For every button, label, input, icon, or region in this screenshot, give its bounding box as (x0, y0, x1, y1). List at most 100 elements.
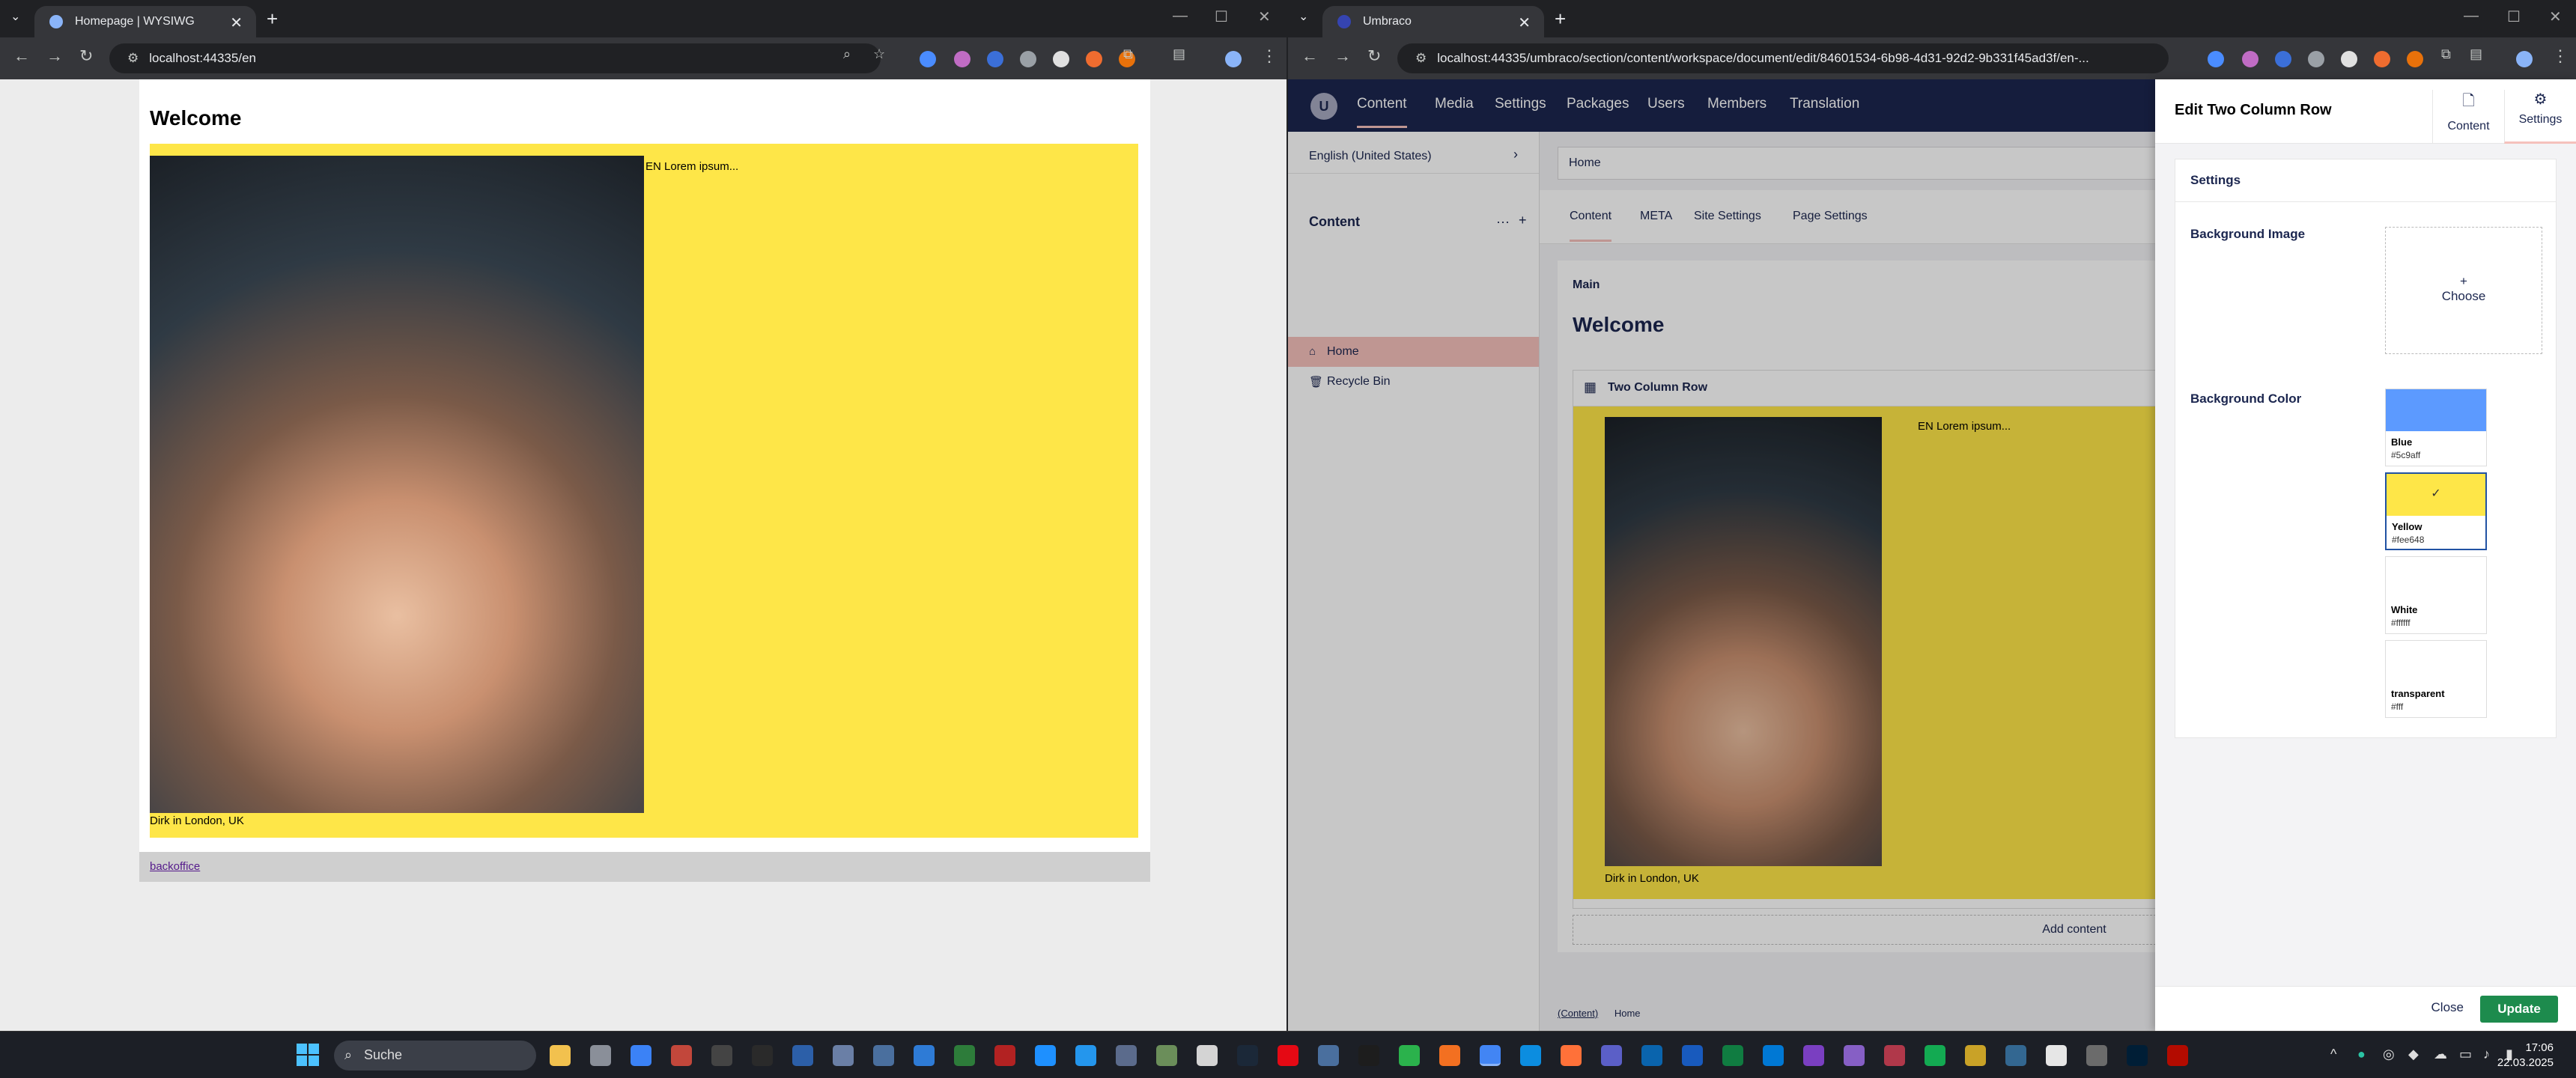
app-icon[interactable] (954, 1045, 975, 1066)
close-tab-icon[interactable]: ✕ (1518, 13, 1531, 32)
app-icon[interactable] (1116, 1045, 1137, 1066)
extension-icon[interactable] (2275, 51, 2291, 67)
extension-icon[interactable] (2407, 51, 2423, 67)
extensions-puzzle-icon[interactable]: ⧉ (2441, 46, 2451, 62)
swatch-blue[interactable]: Blue #5c9aff (2385, 389, 2487, 466)
steam-icon[interactable] (1237, 1045, 1258, 1066)
calculator-icon[interactable] (873, 1045, 894, 1066)
tray-overflow-icon[interactable]: ^ (2330, 1047, 2336, 1062)
close-window-icon[interactable]: ✕ (1258, 7, 1271, 26)
acrobat-icon[interactable] (2167, 1045, 2188, 1066)
new-tab-icon[interactable]: + (1555, 7, 1566, 31)
forward-icon[interactable]: → (1334, 46, 1351, 66)
choose-image-button[interactable]: + Choose (2385, 227, 2542, 354)
postgres-icon[interactable] (2005, 1045, 2026, 1066)
app-icon[interactable] (1884, 1045, 1905, 1066)
backoffice-link[interactable]: backoffice (150, 860, 200, 873)
notepad-icon[interactable] (914, 1045, 935, 1066)
extension-1password-icon[interactable] (2208, 51, 2224, 67)
extension-icon[interactable] (2242, 51, 2258, 67)
minimize-icon[interactable]: — (1173, 7, 1188, 25)
site-info-icon[interactable]: ⚙ (1415, 51, 1427, 66)
app-icon[interactable] (1439, 1045, 1460, 1066)
tray-app-icon[interactable]: ◎ (2383, 1047, 2395, 1062)
close-tab-icon[interactable]: ✕ (230, 13, 243, 32)
menu-kebab-icon[interactable]: ⋮ (1261, 46, 1278, 66)
onedrive-icon[interactable]: ☁ (2434, 1047, 2447, 1062)
app-icon[interactable] (833, 1045, 854, 1066)
side-panel-icon[interactable]: ▤ (2470, 46, 2482, 62)
teams-icon[interactable] (1601, 1045, 1622, 1066)
tab-umbraco[interactable]: Umbraco ✕ (1322, 6, 1544, 37)
tab-homepage[interactable]: Homepage | WYSIWG ✕ (34, 6, 256, 37)
firefox-icon[interactable] (1561, 1045, 1582, 1066)
word-icon[interactable] (1682, 1045, 1703, 1066)
app-icon[interactable] (1197, 1045, 1218, 1066)
extension-icon[interactable] (1053, 51, 1069, 67)
menu-kebab-icon[interactable]: ⋮ (2552, 46, 2569, 66)
photoshop-icon[interactable] (2127, 1045, 2148, 1066)
swatch-yellow[interactable]: ✓ Yellow #fee648 (2385, 472, 2487, 550)
app-icon[interactable] (1965, 1045, 1986, 1066)
edge-icon[interactable] (1520, 1045, 1541, 1066)
app-icon[interactable] (2086, 1045, 2107, 1066)
bookmark-star-icon[interactable]: ☆ (873, 46, 885, 62)
extension-1password-icon[interactable] (920, 51, 936, 67)
update-button[interactable]: Update (2480, 996, 2558, 1023)
app-icon[interactable] (1358, 1045, 1379, 1066)
back-icon[interactable]: ← (13, 46, 30, 66)
visual-studio-icon[interactable] (1844, 1045, 1865, 1066)
extension-icon[interactable] (1020, 51, 1036, 67)
app-icon[interactable] (1156, 1045, 1177, 1066)
settings-icon[interactable] (631, 1045, 651, 1066)
close-button[interactable]: Close (2431, 1000, 2464, 1015)
zoom-icon[interactable]: ⌕ (843, 46, 851, 62)
swatch-transparent[interactable]: transparent #fff (2385, 640, 2487, 718)
reload-icon[interactable]: ↻ (79, 46, 93, 66)
visual-studio-icon[interactable] (1803, 1045, 1824, 1066)
maximize-icon[interactable]: ☐ (2507, 7, 2521, 26)
extension-icon[interactable] (2308, 51, 2324, 67)
skype-icon[interactable] (1035, 1045, 1056, 1066)
panel-tab-content[interactable]: 🗋 Content (2432, 90, 2504, 144)
app-icon[interactable] (1318, 1045, 1339, 1066)
file-explorer-icon[interactable] (550, 1045, 571, 1066)
excel-icon[interactable] (1722, 1045, 1743, 1066)
outlook-icon[interactable] (1641, 1045, 1662, 1066)
address-bar[interactable]: ⚙ localhost:44335/umbraco/section/conten… (1397, 43, 2169, 73)
tab-search-icon[interactable]: ⌄ (10, 9, 20, 24)
extension-icon[interactable] (1086, 51, 1102, 67)
app-icon[interactable] (590, 1045, 611, 1066)
panel-tab-settings[interactable]: ⚙ Settings (2504, 90, 2576, 144)
vscode-icon[interactable] (1763, 1045, 1784, 1066)
chrome-icon[interactable] (1480, 1045, 1501, 1066)
new-tab-icon[interactable]: + (267, 7, 278, 31)
back-icon[interactable]: ← (1301, 46, 1318, 66)
forward-icon[interactable]: → (46, 46, 63, 66)
extension-icon[interactable] (987, 51, 1003, 67)
powershell-icon[interactable] (792, 1045, 813, 1066)
start-button[interactable] (297, 1044, 319, 1066)
site-info-icon[interactable]: ⚙ (127, 51, 139, 66)
side-panel-icon[interactable]: ▤ (1173, 46, 1185, 62)
extension-icon[interactable] (2374, 51, 2390, 67)
tray-app-icon[interactable]: ● (2357, 1047, 2366, 1062)
app-icon[interactable] (1399, 1045, 1420, 1066)
address-bar[interactable]: ⚙ localhost:44335/en (109, 43, 881, 73)
extension-icon[interactable] (2341, 51, 2357, 67)
filezilla-icon[interactable] (994, 1045, 1015, 1066)
extensions-puzzle-icon[interactable]: ⧉ (1123, 46, 1133, 62)
close-window-icon[interactable]: ✕ (2549, 7, 2562, 26)
docker-icon[interactable] (1075, 1045, 1096, 1066)
reload-icon[interactable]: ↻ (1367, 46, 1381, 66)
maximize-icon[interactable]: ☐ (1215, 7, 1228, 26)
taskbar-search[interactable]: ⌕ Suche (334, 1041, 536, 1071)
terminal-icon[interactable] (711, 1045, 732, 1066)
network-icon[interactable]: ▭ (2459, 1047, 2472, 1062)
volume-icon[interactable]: ♪ (2483, 1047, 2490, 1062)
app-icon[interactable] (2046, 1045, 2067, 1066)
minimize-icon[interactable]: — (2464, 7, 2479, 25)
tab-search-icon[interactable]: ⌄ (1298, 9, 1308, 24)
extension-icon[interactable] (954, 51, 970, 67)
netflix-icon[interactable] (1278, 1045, 1298, 1066)
